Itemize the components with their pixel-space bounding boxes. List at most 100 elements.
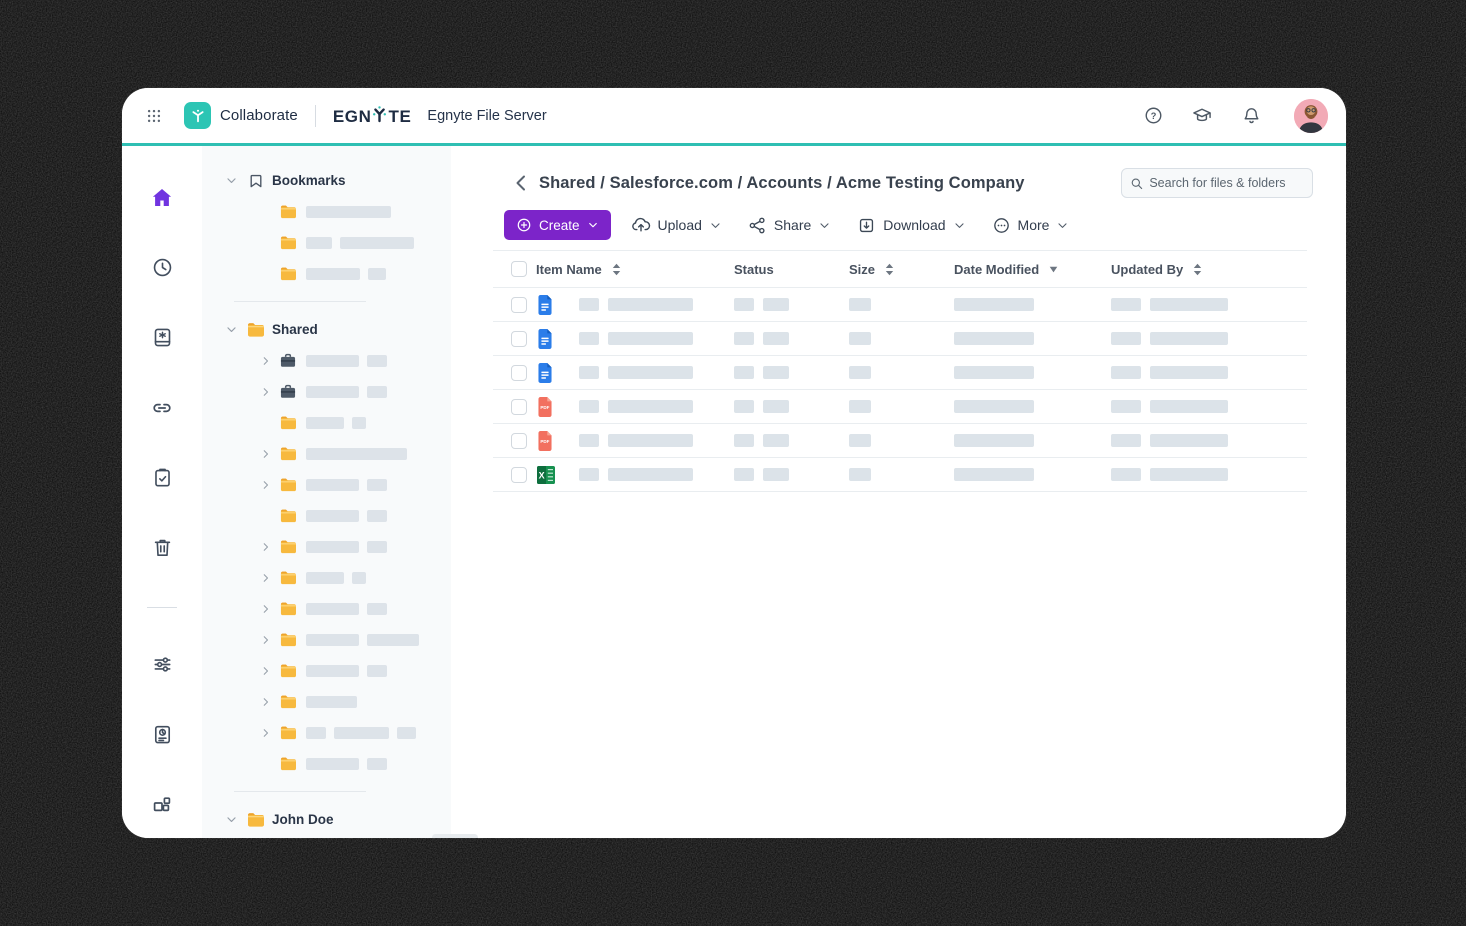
tree-item[interactable] bbox=[202, 624, 451, 655]
upload-button[interactable]: Upload bbox=[625, 210, 728, 240]
sort-desc-icon[interactable] bbox=[1049, 266, 1058, 273]
chevron-right-icon[interactable] bbox=[258, 571, 274, 585]
help-icon[interactable]: ? bbox=[1142, 105, 1164, 127]
rail-item-reports[interactable] bbox=[150, 724, 174, 748]
rail-item-tasks[interactable] bbox=[150, 467, 174, 491]
sort-both-icon[interactable] bbox=[612, 263, 621, 276]
tree-item[interactable] bbox=[202, 531, 451, 562]
rail-item-bookmarks-library[interactable] bbox=[150, 327, 174, 351]
skeleton-bar bbox=[306, 268, 360, 280]
row-checkbox[interactable] bbox=[511, 467, 527, 483]
more-button[interactable]: More bbox=[986, 210, 1076, 240]
tree-item[interactable] bbox=[202, 345, 451, 376]
chevron-right-icon[interactable] bbox=[258, 540, 274, 554]
chevron-right-icon[interactable] bbox=[258, 354, 274, 368]
tree-item[interactable] bbox=[202, 196, 451, 227]
chevron-down-icon[interactable] bbox=[224, 174, 238, 187]
cell-updated-by bbox=[1103, 332, 1307, 345]
share-button[interactable]: Share bbox=[742, 210, 837, 240]
scrollbar-thumb[interactable] bbox=[432, 834, 478, 838]
pdf-icon: PDF bbox=[536, 430, 554, 452]
tree-item[interactable] bbox=[202, 655, 451, 686]
collaborate-badge-icon[interactable] bbox=[184, 102, 211, 129]
search-input[interactable] bbox=[1149, 176, 1304, 190]
graduation-cap-icon[interactable] bbox=[1191, 105, 1213, 127]
chevron-right-icon[interactable] bbox=[258, 385, 274, 399]
chevron-right-icon[interactable] bbox=[258, 602, 274, 616]
skeleton-bar bbox=[954, 468, 1034, 481]
tree-section-user-folder[interactable]: John Doe bbox=[202, 804, 451, 835]
tree-item[interactable] bbox=[202, 686, 451, 717]
tree-item[interactable] bbox=[202, 717, 451, 748]
row-checkbox[interactable] bbox=[511, 297, 527, 313]
tree-item[interactable] bbox=[202, 407, 451, 438]
chevron-right-icon[interactable] bbox=[258, 633, 274, 647]
table-row[interactable]: PDF bbox=[493, 390, 1307, 424]
rail-item-links[interactable] bbox=[150, 397, 174, 421]
tree-item[interactable] bbox=[202, 748, 451, 779]
tree-item[interactable] bbox=[202, 469, 451, 500]
rail-item-trash[interactable] bbox=[150, 537, 174, 561]
skeleton-bar bbox=[954, 400, 1034, 413]
bell-icon[interactable] bbox=[1240, 105, 1262, 127]
chevron-right-icon[interactable] bbox=[258, 478, 274, 492]
skeleton-bar bbox=[306, 727, 326, 739]
tree-section-bookmarks[interactable]: Bookmarks bbox=[202, 165, 451, 196]
rail-item-recents[interactable] bbox=[150, 257, 174, 281]
table-row[interactable]: PDF bbox=[493, 424, 1307, 458]
column-item-name[interactable]: Item Name bbox=[531, 262, 726, 277]
folder-icon bbox=[280, 663, 296, 678]
breadcrumb[interactable]: Shared / Salesforce.com / Accounts / Acm… bbox=[539, 174, 1025, 193]
row-checkbox[interactable] bbox=[511, 365, 527, 381]
skeleton-bar bbox=[306, 479, 359, 491]
egnyte-y-mark bbox=[372, 106, 387, 123]
download-button[interactable]: Download bbox=[851, 210, 971, 240]
tree-item[interactable] bbox=[202, 438, 451, 469]
user-avatar[interactable] bbox=[1294, 99, 1328, 133]
row-checkbox[interactable] bbox=[511, 399, 527, 415]
skeleton-bar bbox=[579, 468, 599, 481]
tree-item[interactable] bbox=[202, 562, 451, 593]
chevron-right-icon[interactable] bbox=[258, 695, 274, 709]
sort-both-icon[interactable] bbox=[885, 263, 894, 276]
table-row[interactable] bbox=[493, 288, 1307, 322]
table-row[interactable] bbox=[493, 356, 1307, 390]
create-button[interactable]: Create bbox=[504, 210, 611, 240]
rail-item-settings[interactable] bbox=[150, 654, 174, 678]
table-row[interactable] bbox=[493, 322, 1307, 356]
tree-item[interactable] bbox=[202, 258, 451, 289]
rail-item-apps[interactable] bbox=[150, 794, 174, 818]
tree-item[interactable] bbox=[202, 376, 451, 407]
topbar-divider bbox=[315, 105, 316, 127]
cell-item-name bbox=[571, 468, 726, 481]
chevron-down-icon[interactable] bbox=[224, 323, 238, 336]
row-checkbox[interactable] bbox=[511, 331, 527, 347]
column-date-modified[interactable]: Date Modified bbox=[946, 262, 1103, 277]
search-box bbox=[1121, 168, 1313, 198]
chevron-right-icon[interactable] bbox=[258, 726, 274, 740]
skeleton-bar bbox=[306, 665, 359, 677]
ellipsis-circle-icon bbox=[992, 216, 1011, 235]
column-size[interactable]: Size bbox=[841, 262, 946, 277]
sort-both-icon[interactable] bbox=[1193, 263, 1202, 276]
select-all-checkbox[interactable] bbox=[511, 261, 527, 277]
cell-updated-by bbox=[1103, 434, 1307, 447]
chevron-right-icon[interactable] bbox=[258, 447, 274, 461]
share-label: Share bbox=[774, 217, 811, 233]
sliders-icon bbox=[151, 653, 174, 679]
tree-item[interactable] bbox=[202, 593, 451, 624]
skeleton-bar bbox=[734, 332, 754, 345]
app-launcher-icon[interactable] bbox=[144, 106, 164, 126]
tree-item[interactable] bbox=[202, 500, 451, 531]
table-row[interactable]: X bbox=[493, 458, 1307, 492]
chevron-down-icon[interactable] bbox=[224, 813, 238, 826]
column-updated-by[interactable]: Updated By bbox=[1103, 262, 1307, 277]
tree-item[interactable] bbox=[202, 227, 451, 258]
rail-item-home[interactable] bbox=[150, 187, 174, 211]
row-checkbox[interactable] bbox=[511, 433, 527, 449]
folder-icon bbox=[280, 235, 296, 250]
folder-icon bbox=[280, 570, 296, 585]
chevron-right-icon[interactable] bbox=[258, 664, 274, 678]
back-chevron-icon[interactable] bbox=[514, 173, 530, 193]
tree-section-shared[interactable]: Shared bbox=[202, 314, 451, 345]
